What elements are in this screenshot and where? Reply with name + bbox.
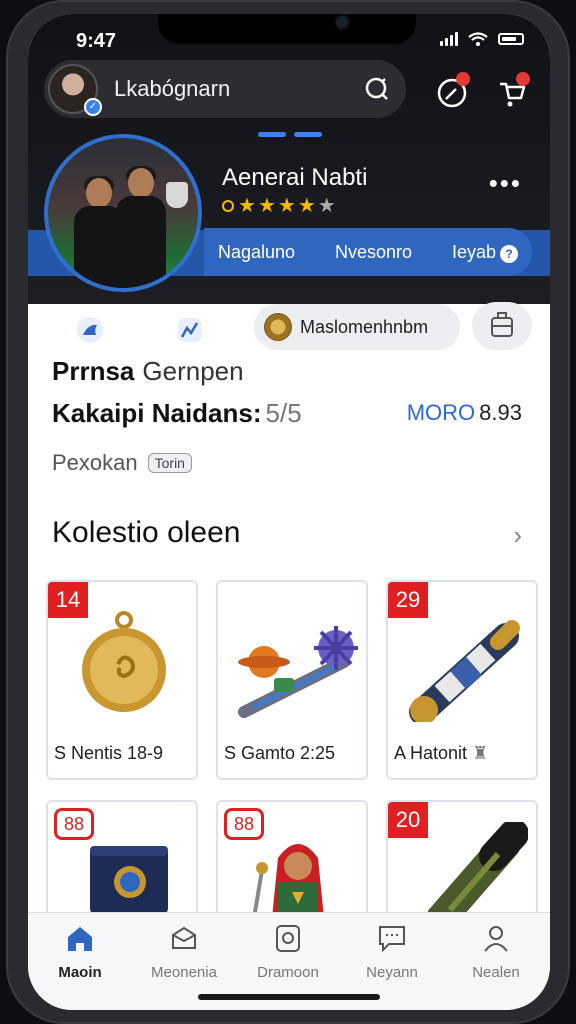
- box-icon: [90, 846, 168, 916]
- status-icons: [440, 32, 524, 46]
- card-label-text: A Hatonit: [394, 743, 468, 763]
- help-icon: ?: [500, 244, 518, 263]
- star-empty-icon: ★: [317, 195, 336, 217]
- tab-nvesonro[interactable]: Nvesonro: [335, 242, 412, 263]
- moro-score: MORO 8.93: [407, 400, 522, 426]
- tag-badge[interactable]: Torin: [147, 453, 192, 473]
- info-line-2: Kakaipi Naidans: 5/5: [52, 398, 302, 429]
- card-label: S Gamto 2:25: [224, 743, 336, 763]
- collection-card[interactable]: 14 S Nentis 18-9: [46, 580, 198, 780]
- nav-label: Neyann: [366, 964, 418, 981]
- shoe-icon[interactable]: [76, 316, 104, 344]
- page-indicator: [258, 132, 322, 137]
- chart-icon[interactable]: [176, 316, 204, 344]
- tab-ieyab[interactable]: Ieyab?: [452, 242, 518, 263]
- share-button[interactable]: [472, 302, 532, 350]
- star-icon: ★: [297, 195, 316, 217]
- notification-dot: [456, 72, 470, 86]
- profile-photo[interactable]: [44, 134, 202, 292]
- chat-icon: [379, 926, 405, 953]
- more-icon[interactable]: •••: [489, 168, 522, 199]
- rating-stars: ★ ★ ★ ★ ★: [222, 196, 336, 216]
- collection-card[interactable]: S Gamto 2:25: [216, 580, 368, 780]
- moro-label: MORO: [406, 400, 476, 425]
- baton-icon: [409, 620, 520, 722]
- chevron-right-icon[interactable]: ›: [513, 520, 522, 551]
- info-line-2-label: Kakaipi Naidans:: [52, 398, 262, 428]
- user-icon: [484, 926, 508, 952]
- card-badge: 20: [388, 802, 428, 838]
- collection-title: Kolestio oleen: [52, 516, 241, 549]
- nav-label: Nealen: [472, 964, 520, 981]
- card-label: S Nentis 18-9: [54, 743, 164, 763]
- star-icon: ★: [257, 195, 276, 217]
- info-line-1-bold: Prrnsa: [52, 356, 135, 386]
- profile-tabs: Nagaluno Nvesonro Ieyab?: [204, 228, 532, 276]
- verified-icon: ✓: [84, 98, 102, 116]
- info-line-1-rest: Gernpen: [142, 356, 244, 386]
- chip-label: Maslomenhnbm: [300, 316, 429, 337]
- star-icon: ★: [238, 195, 256, 217]
- gold-medal-icon: [82, 611, 166, 712]
- tab-ieyab-label: Ieyab: [451, 241, 496, 262]
- compass-button[interactable]: [434, 72, 470, 110]
- collection-card[interactable]: 29 A Hatonit ♜: [386, 580, 538, 780]
- nav-label: Maoin: [58, 964, 102, 981]
- nav-profile[interactable]: Nealen: [446, 923, 546, 981]
- moro-value: 8.93: [479, 400, 522, 425]
- camera-icon: [336, 16, 348, 28]
- star-icon: ★: [277, 195, 296, 217]
- badge-icon: [276, 925, 300, 952]
- search-icon[interactable]: [364, 76, 390, 102]
- nav-home[interactable]: Maoin: [30, 923, 130, 981]
- card-badge: 88: [54, 808, 94, 840]
- notch: [158, 14, 416, 44]
- profile-name: Aenerai Nabti: [222, 164, 368, 191]
- nav-badge[interactable]: Dramoon: [238, 923, 338, 981]
- currency-chip[interactable]: Maslomenhnbm: [254, 304, 460, 350]
- rating-dot-icon: [222, 200, 234, 212]
- figure-icon: [252, 844, 324, 918]
- info-line-2-value: 5/5: [265, 398, 302, 428]
- status-time: 9:47: [76, 30, 117, 52]
- app-screen: 9:47 ✓ Lkabógnarn Nagaluno Nvesonro Ieya…: [28, 14, 550, 1010]
- player-figure: [110, 166, 170, 288]
- search-bar[interactable]: ✓ Lkabógnarn: [44, 60, 406, 118]
- toy-figures-icon: [238, 626, 358, 718]
- figure-mini-icon: ♜: [472, 743, 489, 763]
- info-line-1: Prrnsa Gernpen: [52, 356, 244, 387]
- tab-nagaluno[interactable]: Nagaluno: [218, 242, 295, 263]
- card-label: A Hatonit ♜: [394, 743, 488, 764]
- cart-button[interactable]: [494, 72, 530, 110]
- coin-icon: [264, 313, 292, 341]
- wifi-icon: [468, 32, 488, 46]
- nav-label: Meonenia: [151, 964, 217, 981]
- signal-icon: [440, 32, 458, 46]
- search-input[interactable]: Lkabógnarn: [114, 76, 230, 102]
- trophy-icon: [166, 182, 188, 208]
- nav-chat[interactable]: Neyann: [342, 923, 442, 981]
- home-indicator[interactable]: [198, 994, 380, 1000]
- nav-box[interactable]: Meonenia: [134, 923, 234, 981]
- info-line-3: Pexokan Torin: [52, 450, 192, 476]
- battery-icon: [498, 33, 524, 45]
- nav-label: Dramoon: [257, 964, 319, 981]
- info-line-3-text: Pexokan: [52, 450, 138, 475]
- share-icon: [491, 312, 513, 337]
- box-icon: [172, 926, 196, 949]
- tube-icon: [428, 822, 528, 922]
- home-icon: [68, 927, 92, 951]
- notification-dot: [516, 72, 530, 86]
